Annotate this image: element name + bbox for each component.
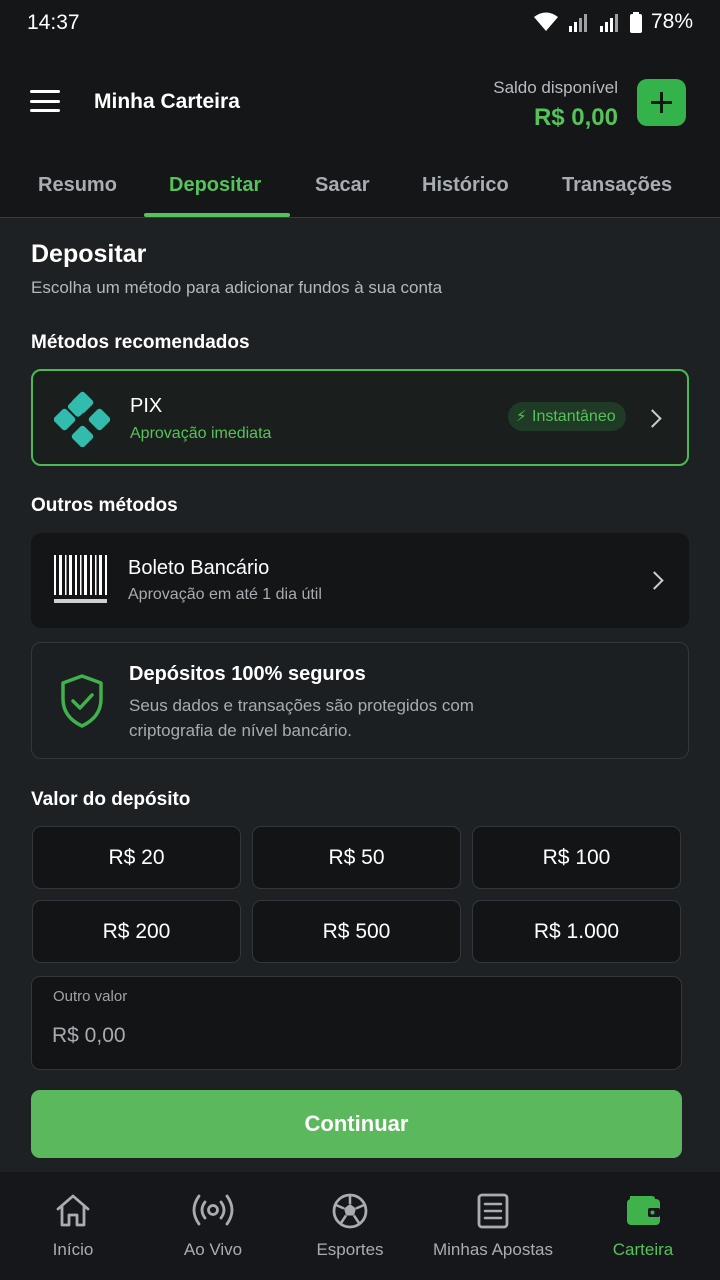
- pix-icon: [54, 391, 110, 447]
- live-broadcast-icon: [192, 1194, 234, 1226]
- signal-icon: [599, 14, 618, 32]
- pix-method-card[interactable]: PIX Aprovação imediata ⚡ Instantâneo: [31, 369, 689, 466]
- instant-badge: ⚡ Instantâneo: [508, 402, 626, 431]
- page-title: Minha Carteira: [94, 90, 240, 113]
- nav-carteira[interactable]: Carteira: [583, 1172, 703, 1280]
- battery-level: 78%: [650, 10, 693, 33]
- signal-icon: [568, 14, 587, 32]
- tab-sacar[interactable]: Sacar: [315, 174, 370, 197]
- add-funds-button[interactable]: [637, 79, 686, 126]
- wifi-icon: [533, 12, 558, 31]
- nav-inicio[interactable]: Início: [13, 1172, 133, 1280]
- amount-option-20[interactable]: R$ 20: [32, 826, 241, 889]
- amount-option-100[interactable]: R$ 100: [472, 826, 681, 889]
- balance-value: R$ 0,00: [533, 104, 618, 131]
- section-title: Depositar: [31, 240, 147, 268]
- app-header: Minha Carteira Saldo disponível R$ 0,00: [0, 60, 720, 144]
- tab-historico[interactable]: Histórico: [422, 174, 509, 197]
- balance-label: Saldo disponível: [493, 78, 618, 97]
- status-bar: 14:37 78%: [0, 0, 720, 46]
- amount-option-200[interactable]: R$ 200: [32, 900, 241, 963]
- battery-icon: [629, 11, 642, 33]
- tab-transacoes[interactable]: Transações: [562, 174, 672, 197]
- tab-depositar[interactable]: Depositar: [169, 174, 261, 197]
- status-time: 14:37: [27, 11, 80, 34]
- nav-minhas-apostas-label: Minhas Apostas: [432, 1240, 553, 1259]
- pix-subtitle: Aprovação imediata: [130, 425, 272, 442]
- nav-carteira-label: Carteira: [612, 1240, 674, 1259]
- pix-title: PIX: [130, 395, 163, 417]
- tab-resumo[interactable]: Resumo: [38, 174, 117, 197]
- continue-button[interactable]: Continuar: [31, 1090, 682, 1158]
- security-text-line1: Seus dados e transações são protegidos c…: [129, 696, 474, 715]
- chevron-right-icon: [645, 571, 664, 590]
- other-amount-field[interactable]: Outro valor: [31, 976, 682, 1070]
- soccer-ball-icon: [332, 1193, 368, 1229]
- boleto-subtitle: Aprovação em até 1 dia útil: [128, 586, 322, 603]
- nav-inicio-label: Início: [52, 1240, 94, 1259]
- recommended-methods-label: Métodos recomendados: [31, 332, 250, 353]
- other-amount-label: Outro valor: [53, 988, 128, 1005]
- shield-check-icon: [61, 674, 103, 728]
- nav-minhas-apostas[interactable]: Minhas Apostas: [423, 1172, 563, 1280]
- security-title: Depósitos 100% seguros: [129, 663, 366, 685]
- section-subtitle: Escolha um método para adicionar fundos …: [31, 278, 443, 297]
- chevron-right-icon: [643, 409, 662, 428]
- nav-ao-vivo-label: Ao Vivo: [183, 1240, 243, 1259]
- menu-icon[interactable]: [30, 90, 60, 112]
- instant-badge-label: Instantâneo: [532, 408, 616, 425]
- amount-option-50[interactable]: R$ 50: [252, 826, 461, 889]
- security-info-card: Depósitos 100% seguros Seus dados e tran…: [31, 642, 689, 759]
- deposit-amount-label: Valor do depósito: [31, 789, 191, 810]
- boleto-method-card[interactable]: Boleto Bancário Aprovação em até 1 dia ú…: [31, 533, 689, 628]
- security-text-line2: criptografia de nível bancário.: [129, 721, 353, 740]
- top-bar: 14:37 78% Minha Carteira Saldo disponíve…: [0, 0, 720, 218]
- bottom-navigation: Início Ao Vivo Esportes Minhas Apostas C…: [0, 1172, 720, 1280]
- home-icon: [56, 1194, 90, 1227]
- other-amount-input[interactable]: [52, 1021, 652, 1051]
- active-tab-indicator: [144, 213, 290, 217]
- amount-option-1000[interactable]: R$ 1.000: [472, 900, 681, 963]
- boleto-title: Boleto Bancário: [128, 557, 270, 579]
- nav-esportes[interactable]: Esportes: [290, 1172, 410, 1280]
- lightning-icon: ⚡: [516, 408, 527, 425]
- bet-slip-icon: [477, 1193, 509, 1229]
- barcode-icon: [54, 555, 107, 603]
- other-methods-label: Outros métodos: [31, 495, 178, 516]
- wallet-icon: [627, 1196, 660, 1225]
- wallet-tabs: Resumo Depositar Sacar Histórico Transaç…: [0, 160, 720, 218]
- nav-ao-vivo[interactable]: Ao Vivo: [153, 1172, 273, 1280]
- nav-esportes-label: Esportes: [316, 1240, 384, 1259]
- amount-option-500[interactable]: R$ 500: [252, 900, 461, 963]
